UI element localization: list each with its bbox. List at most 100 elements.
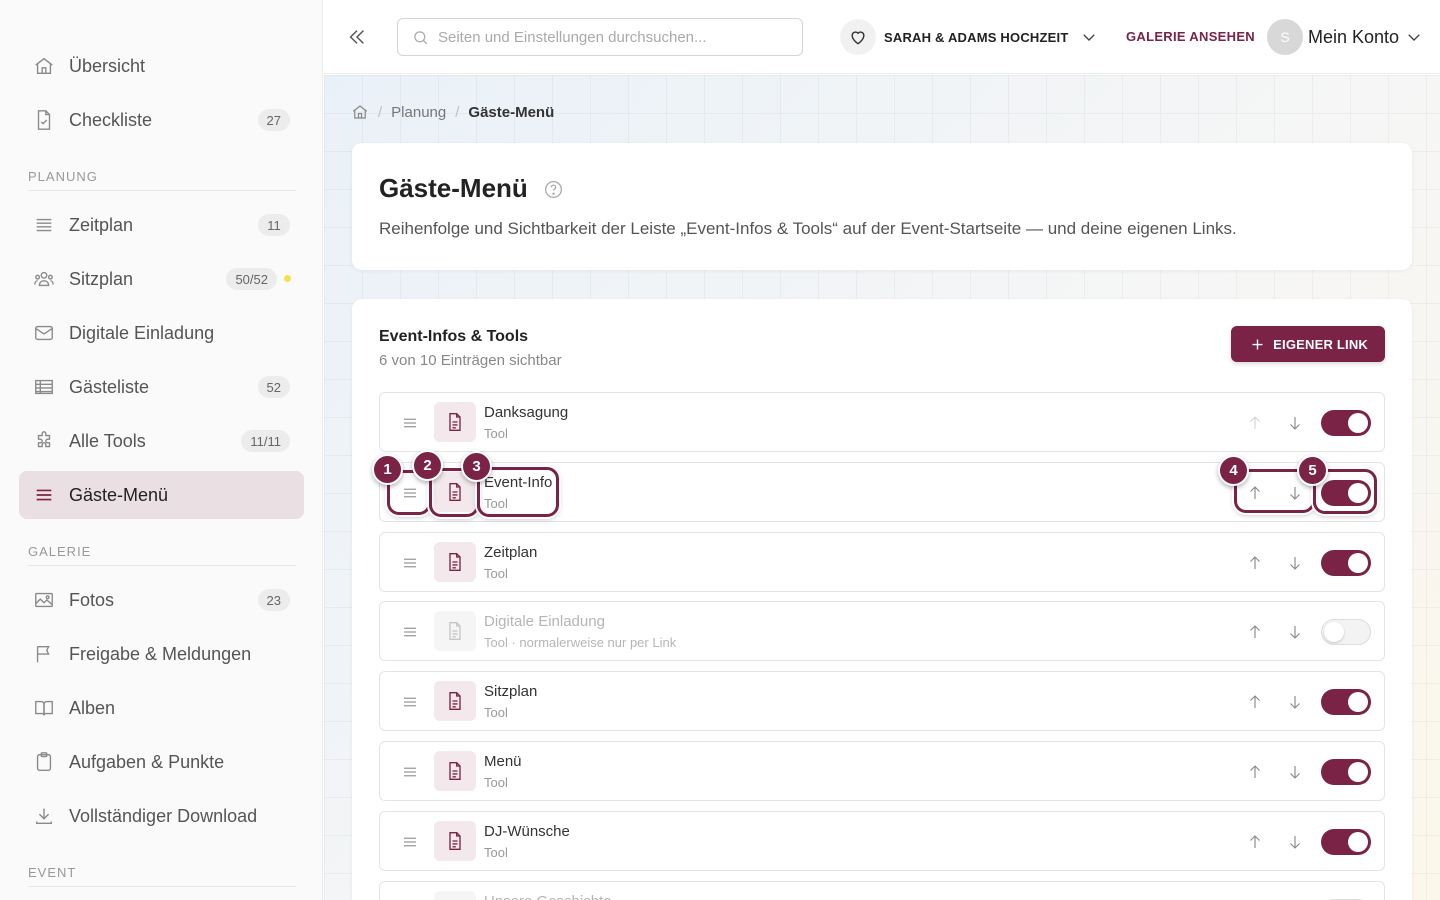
breadcrumb: / Planung / Gäste-Menü <box>351 103 554 121</box>
item-type: Tool <box>484 775 508 790</box>
visibility-toggle[interactable] <box>1321 689 1371 716</box>
document-icon <box>434 820 476 861</box>
view-gallery-link[interactable]: GALERIE ANSEHEN <box>1126 29 1255 44</box>
sidebar-item-digitale-einladung[interactable]: Digitale Einladung <box>19 309 304 357</box>
sidebar-item-checkliste[interactable]: Checkliste 27 <box>19 96 304 144</box>
move-down-button[interactable] <box>1284 621 1306 643</box>
toggle-knob <box>1348 831 1368 852</box>
page-header-card: Gäste-Menü Reihenfolge und Sichtbarkeit … <box>352 143 1412 270</box>
arrow-down-icon <box>1286 623 1304 641</box>
visibility-toggle[interactable] <box>1321 410 1371 436</box>
breadcrumb-separator: / <box>455 103 460 121</box>
sidebar-item-uebersicht[interactable]: Übersicht <box>19 42 304 90</box>
breadcrumb-current: Gäste-Menü <box>468 103 555 121</box>
move-up-button[interactable] <box>1244 621 1266 643</box>
sidebar-item-freigabe[interactable]: Freigabe & Meldungen <box>19 630 304 678</box>
search-icon <box>414 30 428 44</box>
visibility-toggle[interactable] <box>1321 479 1371 506</box>
move-down-button[interactable] <box>1284 412 1306 434</box>
drag-handle-icon[interactable] <box>400 553 420 573</box>
chevron-down-icon <box>1080 28 1098 46</box>
sidebar-item-gaesteliste[interactable]: Gästeliste 52 <box>19 363 304 411</box>
list-item: Menü Tool <box>379 741 1385 801</box>
envelope-icon <box>33 322 55 344</box>
move-up-button[interactable] <box>1244 831 1266 853</box>
event-selector[interactable]: SARAH & ADAMS HOCHZEIT <box>840 18 1098 56</box>
drag-handle-icon[interactable] <box>400 832 420 852</box>
sidebar-item-gaeste-menue[interactable]: Gäste-Menü <box>19 471 304 519</box>
help-circle-icon[interactable] <box>543 179 564 200</box>
move-up-button[interactable] <box>1244 691 1266 713</box>
account-menu[interactable]: S Mein Konto <box>1267 18 1423 56</box>
count-badge: 11/11 <box>241 430 290 452</box>
visibility-toggle[interactable] <box>1321 828 1371 855</box>
users-icon <box>33 268 55 290</box>
move-down-button[interactable] <box>1284 482 1306 504</box>
arrow-up-icon <box>1246 693 1264 711</box>
item-name: Zeitplan <box>484 543 538 561</box>
breadcrumb-parent[interactable]: Planung <box>391 104 446 121</box>
heart-icon <box>840 19 876 55</box>
toggle-knob <box>1348 552 1368 573</box>
document-icon <box>434 890 476 900</box>
visibility-toggle[interactable] <box>1321 549 1371 576</box>
add-custom-link-button[interactable]: EIGENER LINK <box>1231 326 1385 362</box>
add-button-label: EIGENER LINK <box>1273 336 1368 352</box>
drag-handle-icon[interactable] <box>400 413 420 433</box>
sidebar-item-label: Aufgaben & Punkte <box>69 751 225 772</box>
move-down-button[interactable] <box>1284 552 1306 574</box>
sidebar-item-label: Gästeliste <box>69 376 150 397</box>
table-icon <box>33 376 55 398</box>
item-name: Sitzplan <box>484 683 538 701</box>
arrow-down-icon <box>1286 693 1304 711</box>
drag-handle-icon[interactable] <box>400 622 420 642</box>
search-input[interactable] <box>438 28 778 46</box>
sidebar-item-label: Fotos <box>69 589 115 610</box>
collapse-sidebar-button[interactable] <box>344 24 370 50</box>
section-divider <box>28 190 296 191</box>
item-type: Tool <box>484 495 508 511</box>
sidebar-item-download[interactable]: Vollständiger Download <box>19 792 304 840</box>
toggle-knob <box>1348 762 1368 782</box>
chevron-down-icon <box>1405 28 1423 46</box>
count-badge: 50/52 <box>226 268 277 290</box>
move-down-button[interactable] <box>1284 761 1306 783</box>
search-box[interactable] <box>397 18 803 56</box>
item-name: Menü <box>484 753 522 770</box>
drag-handle-icon[interactable] <box>400 483 420 503</box>
annotation-marker: 5 <box>1297 455 1328 486</box>
download-icon <box>33 805 55 827</box>
drag-handle-icon[interactable] <box>400 762 420 782</box>
sidebar-item-alle-tools[interactable]: Alle Tools 11/11 <box>19 417 304 465</box>
status-dot <box>284 275 291 282</box>
move-down-button[interactable] <box>1284 831 1306 853</box>
section-title-galerie: GALERIE <box>28 544 92 559</box>
sidebar-item-label: Zeitplan <box>69 214 134 235</box>
move-up-button[interactable] <box>1244 552 1266 574</box>
item-type: Tool <box>484 844 508 860</box>
home-icon[interactable] <box>351 103 369 121</box>
sidebar-item-aufgaben[interactable]: Aufgaben & Punkte <box>19 738 304 786</box>
sidebar-item-sitzplan[interactable]: Sitzplan 50/52 <box>19 255 304 303</box>
document-icon <box>434 541 476 582</box>
visibility-toggle[interactable] <box>1321 759 1371 785</box>
drag-handle-icon[interactable] <box>400 692 420 712</box>
sidebar-item-zeitplan[interactable]: Zeitplan 11 <box>19 201 304 249</box>
list-title: Event-Infos & Tools <box>379 328 529 345</box>
document-check-icon <box>33 109 55 131</box>
move-up-button[interactable] <box>1244 482 1266 504</box>
sidebar-item-fotos[interactable]: Fotos 23 <box>19 576 304 624</box>
sidebar-item-label: Checkliste <box>69 109 153 130</box>
annotation-marker: 3 <box>461 451 492 482</box>
move-up-button[interactable] <box>1244 761 1266 783</box>
arrow-up-icon <box>1246 414 1264 432</box>
move-up-button[interactable] <box>1244 412 1266 434</box>
annotation-marker: 2 <box>412 450 443 481</box>
arrow-up-icon <box>1246 554 1264 572</box>
move-down-button[interactable] <box>1284 691 1306 713</box>
sidebar-item-alben[interactable]: Alben <box>19 684 304 732</box>
visibility-toggle[interactable] <box>1321 619 1371 646</box>
breadcrumb-separator: / <box>378 103 383 121</box>
toggle-knob <box>1324 622 1344 643</box>
list-item: DJ-Wünsche Tool <box>379 810 1385 871</box>
